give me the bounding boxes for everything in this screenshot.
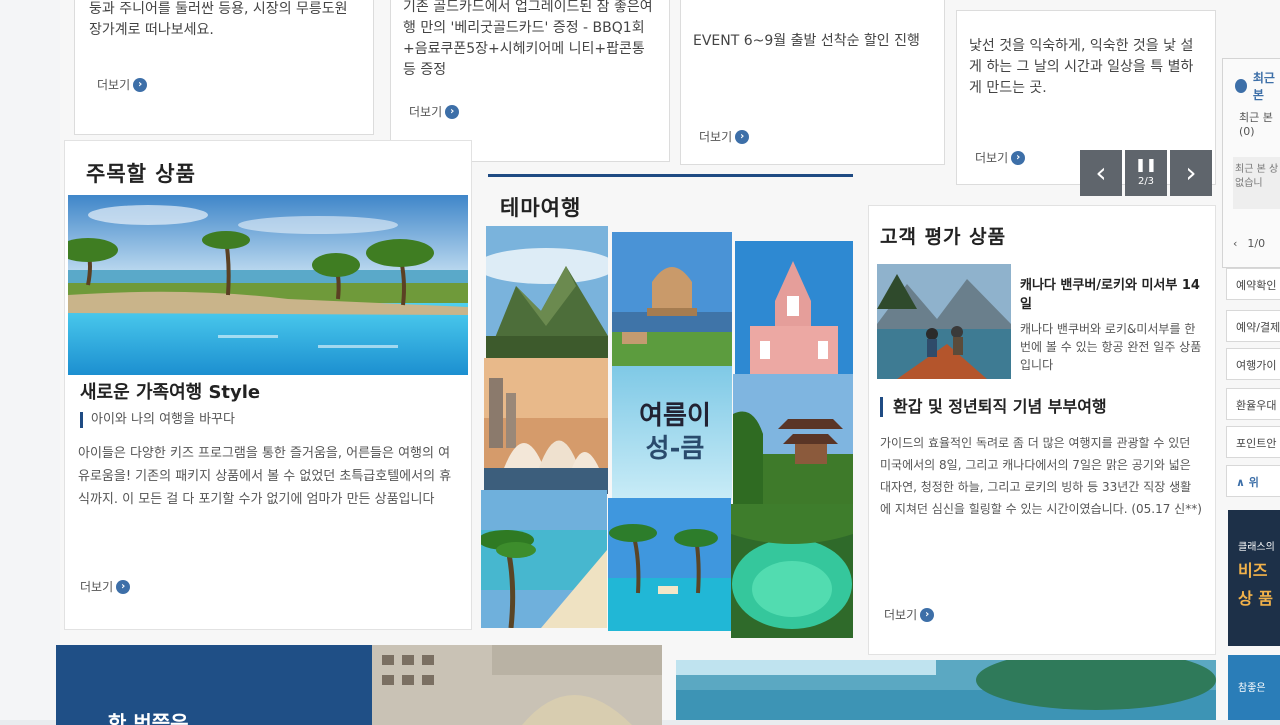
promo-text: 낯선 것을 익숙하게, 익숙한 것을 낯 설게 하는 그 날의 시간과 일상을 … bbox=[969, 38, 1194, 96]
promo-text: 기존 골드카드에서 업그레이드된 잠 좋은여행 만의 '베리굿골드카드' 증정 … bbox=[403, 0, 653, 78]
bottom-banner-1[interactable]: 한 번쯤은 bbox=[56, 645, 662, 725]
theme-tile-mountain[interactable] bbox=[486, 226, 608, 360]
sidebar-item-guide[interactable]: 여행가이 bbox=[1226, 348, 1280, 380]
carousel-next-button[interactable]: › bbox=[1170, 150, 1212, 196]
arrow-right-icon: › bbox=[133, 77, 148, 92]
theme-center-text: 여름이 성-큼 bbox=[639, 401, 711, 464]
hotel-building-photo bbox=[372, 645, 662, 725]
product-title: 새로운 가족여행 Style bbox=[80, 382, 261, 403]
arrow-right-icon: › bbox=[735, 129, 750, 144]
theme-tile-resort[interactable] bbox=[608, 498, 731, 631]
recent-empty: 최근 본 상 없습니 bbox=[1233, 157, 1280, 209]
carousel-pause-button[interactable]: ❚❚ 2/3 bbox=[1125, 150, 1167, 196]
theme-tile-temple[interactable] bbox=[733, 374, 853, 504]
pink-church-photo bbox=[735, 241, 853, 374]
review-body: 가이드의 효율적인 독려로 좀 더 많은 여행지를 관광할 수 있던 미국에서의… bbox=[880, 436, 1202, 516]
tropical-resort-photo bbox=[608, 498, 731, 631]
arrow-right-icon: › bbox=[920, 607, 935, 622]
resort-pool-photo bbox=[68, 195, 468, 375]
sidebar-item-exchange[interactable]: 환율우대 bbox=[1226, 388, 1280, 420]
promo-text: EVENT 6~9월 출발 선착순 할인 진행 bbox=[693, 33, 920, 49]
arrow-right-icon: › bbox=[116, 579, 131, 594]
promo-card-3[interactable]: EVENT 6~9월 출발 선착순 할인 진행 더보기 › bbox=[680, 0, 945, 165]
promo-text: 둥과 주니어를 둘러싼 등용, 시장의 무릉도원 장가계로 떠나보세요. bbox=[89, 1, 348, 38]
globe-icon bbox=[1235, 79, 1247, 93]
opera-house-photo bbox=[484, 358, 608, 494]
canoe-lake-photo bbox=[877, 264, 1011, 379]
featured-image[interactable] bbox=[68, 195, 468, 375]
product-subtitle: 아이와 나의 여행을 바꾸다 bbox=[80, 412, 235, 428]
more-link[interactable]: 더보기 › bbox=[97, 76, 148, 93]
featured-title: 주목할 상품 bbox=[86, 162, 196, 186]
more-link[interactable]: 더보기 › bbox=[975, 149, 1026, 166]
arrow-right-icon: › bbox=[445, 104, 460, 119]
temple-photo bbox=[733, 374, 853, 504]
theme-tile-summer[interactable]: 여름이 성-큼 bbox=[612, 366, 732, 500]
theme-tile-sydney[interactable] bbox=[484, 358, 608, 494]
review-image[interactable] bbox=[877, 264, 1011, 379]
arrow-right-icon: › bbox=[1011, 150, 1026, 165]
side-banner[interactable]: 클래스의 비즈 상 품 bbox=[1228, 510, 1280, 646]
chevron-right-icon: › bbox=[1185, 156, 1197, 189]
more-link[interactable]: 더보기 › bbox=[409, 103, 460, 120]
mountain-photo bbox=[486, 226, 608, 360]
recent-panel: 최근본 최근 본 (0) 최근 본 상 없습니 ‹ 1/0 bbox=[1222, 58, 1280, 268]
beach-palm-photo bbox=[481, 490, 607, 628]
recent-pager[interactable]: ‹ 1/0 bbox=[1233, 237, 1265, 250]
carousel-prev-button[interactable]: ‹ bbox=[1080, 150, 1122, 196]
product-description: 아이들은 다양한 키즈 프로그램을 통한 즐거움을, 어른들은 여행의 여유로움… bbox=[78, 446, 452, 507]
carousel-page-indicator: 2/3 bbox=[1137, 176, 1155, 187]
review-product-desc: 캐나다 밴쿠버와 로키&미서부를 한 번에 볼 수 있는 항공 완전 일주 상품… bbox=[1020, 322, 1202, 372]
more-link[interactable]: 더보기 › bbox=[80, 578, 131, 595]
promo-card-2[interactable]: 기존 골드카드에서 업그레이드된 잠 좋은여행 만의 '베리굿골드카드' 증정 … bbox=[390, 0, 670, 162]
review-product-name[interactable]: 캐나다 밴쿠버/로키와 미서부 14일 bbox=[1020, 276, 1200, 314]
sidebar-item-payment[interactable]: 예약/결제 bbox=[1226, 310, 1280, 342]
sidebar-item-booking-check[interactable]: 예약확인 bbox=[1226, 268, 1280, 300]
pool-photo bbox=[676, 660, 1216, 720]
dome-palace-photo bbox=[612, 232, 732, 367]
jungle-lagoon-photo bbox=[731, 504, 853, 638]
chevron-left-icon: ‹ bbox=[1095, 156, 1107, 189]
scroll-top-button[interactable]: ∧ 위 bbox=[1226, 465, 1280, 497]
theme-tile-lagoon[interactable] bbox=[731, 504, 853, 638]
review-title: 고객 평가 상품 bbox=[880, 226, 1007, 248]
theme-tile-palace[interactable] bbox=[612, 232, 732, 367]
side-banner-2[interactable]: 참좋은 bbox=[1228, 655, 1280, 720]
theme-tile-beach[interactable] bbox=[481, 490, 607, 628]
page: 둥과 주니어를 둘러싼 등용, 시장의 무릉도원 장가계로 떠나보세요. 더보기… bbox=[0, 0, 1280, 725]
theme-divider bbox=[488, 174, 853, 177]
more-link[interactable]: 더보기 › bbox=[699, 128, 750, 145]
theme-tile-church[interactable] bbox=[735, 241, 853, 374]
more-link[interactable]: 더보기 › bbox=[884, 606, 935, 623]
chevron-left-icon[interactable]: ‹ bbox=[1233, 237, 1237, 250]
theme-title: 테마여행 bbox=[500, 196, 582, 220]
recent-header: 최근본 bbox=[1235, 69, 1280, 103]
bottom-banner-2[interactable] bbox=[676, 660, 1216, 720]
promo-card-1[interactable]: 둥과 주니어를 둘러싼 등용, 시장의 무릉도원 장가계로 떠나보세요. 더보기… bbox=[74, 0, 374, 135]
pause-icon: ❚❚ bbox=[1135, 158, 1157, 173]
sidebar-item-points[interactable]: 포인트안 bbox=[1226, 426, 1280, 458]
recent-label: 최근 본 (0) bbox=[1239, 111, 1273, 138]
review-headline: 환갑 및 정년퇴직 기념 부부여행 bbox=[880, 397, 1107, 417]
